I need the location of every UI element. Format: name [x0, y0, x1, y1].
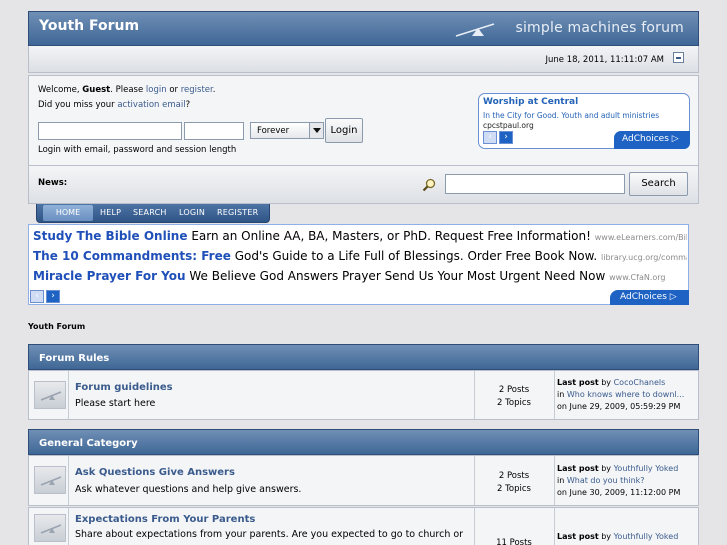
board-name[interactable]: Expectations From Your Parents [75, 514, 255, 525]
adchoices-button[interactable]: AdChoices ▷ [610, 290, 689, 305]
last-post-user[interactable]: CocoChanels [614, 378, 666, 387]
login-button[interactable]: Login [325, 118, 363, 143]
menu-home[interactable]: HOME [43, 205, 93, 221]
text-ad[interactable]: The 10 Commandments: Free God's Guide to… [33, 249, 687, 263]
password-input[interactable] [184, 122, 244, 140]
ad-url[interactable]: cpcstpaul.org [483, 121, 534, 130]
search-button[interactable]: Search [629, 172, 688, 196]
login-link[interactable]: login [146, 85, 167, 95]
text-ad[interactable]: Miracle Prayer For You We Believe God An… [33, 269, 687, 283]
session-length-select[interactable]: Forever [250, 122, 324, 139]
board-stats: 11 Posts [496, 538, 532, 545]
board-name[interactable]: Ask Questions Give Answers [75, 467, 235, 478]
ad-prev-icon[interactable]: ‹ [483, 131, 497, 144]
last-post-info: Last post by Youthfully Yoked in What do… [557, 464, 681, 497]
sidebar-ad[interactable]: Worship at Central In the City for Good.… [478, 93, 690, 149]
forum-header: Youth Forum simple machines forum [28, 11, 699, 46]
news-label: News: [38, 178, 68, 188]
smf-logo-text: simple machines forum [515, 20, 684, 36]
last-post-info: Last post by CocoChanels in Who knows wh… [557, 378, 685, 411]
session-note: Login with email, password and session l… [38, 145, 237, 155]
board-row: Ask Questions Give Answers Ask whatever … [28, 455, 699, 506]
last-post-info: Last post by Youthfully Yoked [557, 532, 679, 541]
board-description: Ask whatever questions and help give ans… [75, 484, 302, 495]
ad-title[interactable]: Worship at Central [483, 97, 578, 107]
board-description: Share about expectations from your paren… [75, 529, 464, 540]
board-icon [34, 381, 66, 409]
menu-login[interactable]: LOGIN [179, 208, 205, 217]
board-row: Expectations From Your Parents Share abo… [28, 507, 699, 545]
ad-description: In the City for Good. Youth and adult mi… [483, 111, 660, 120]
board-icon [34, 514, 66, 542]
activation-text: Did you miss your activation email? [38, 100, 191, 110]
menu-search[interactable]: SEARCH [133, 208, 167, 217]
breadcrumb[interactable]: Youth Forum [28, 322, 85, 331]
category-header[interactable]: General Category [28, 429, 699, 455]
register-link[interactable]: register [181, 85, 213, 95]
menu-help[interactable]: HELP [100, 208, 121, 217]
ad-next-icon[interactable]: › [46, 290, 60, 303]
ad-next-icon[interactable]: › [499, 131, 513, 144]
text-ad-block: Study The Bible Online Earn an Online AA… [28, 224, 689, 305]
board-name[interactable]: Forum guidelines [75, 382, 173, 393]
user-section: Welcome, Guest. Please login or register… [28, 75, 699, 166]
board-stats: 2 Posts 2 Topics [497, 385, 531, 408]
menu-register[interactable]: REGISTER [217, 208, 258, 217]
main-menu: HOME HELP SEARCH LOGIN REGISTER [36, 204, 270, 223]
ad-prev-icon[interactable]: ‹ [30, 290, 44, 303]
last-post-topic[interactable]: What do you think? [567, 476, 645, 485]
collapse-icon[interactable] [673, 52, 684, 63]
activation-email-link[interactable]: activation email [117, 100, 185, 110]
text-ad[interactable]: Study The Bible Online Earn an Online AA… [33, 229, 687, 243]
last-post-user[interactable]: Youthfully Yoked [614, 532, 679, 541]
smf-logo-icon [455, 23, 495, 37]
chevron-down-icon [309, 123, 323, 138]
welcome-text: Welcome, Guest. Please login or register… [38, 85, 216, 95]
search-input[interactable] [445, 174, 625, 194]
board-row: Forum guidelines Please start here 2 Pos… [28, 370, 699, 420]
board-description: Please start here [75, 398, 156, 409]
last-post-user[interactable]: Youthfully Yoked [614, 464, 679, 473]
adchoices-button[interactable]: AdChoices ▷ [614, 131, 690, 149]
news-bar: News: Search [28, 166, 699, 204]
board-stats: 2 Posts 2 Topics [497, 471, 531, 494]
date-bar: June 18, 2011, 11:11:07 AM [28, 46, 699, 73]
current-datetime: June 18, 2011, 11:11:07 AM [545, 55, 665, 65]
username-input[interactable] [38, 122, 182, 140]
search-icon [422, 178, 436, 192]
last-post-topic[interactable]: Who knows where to downl... [567, 390, 684, 399]
forum-title: Youth Forum [39, 18, 140, 34]
category-header[interactable]: Forum Rules [28, 344, 699, 370]
board-icon [34, 466, 66, 494]
